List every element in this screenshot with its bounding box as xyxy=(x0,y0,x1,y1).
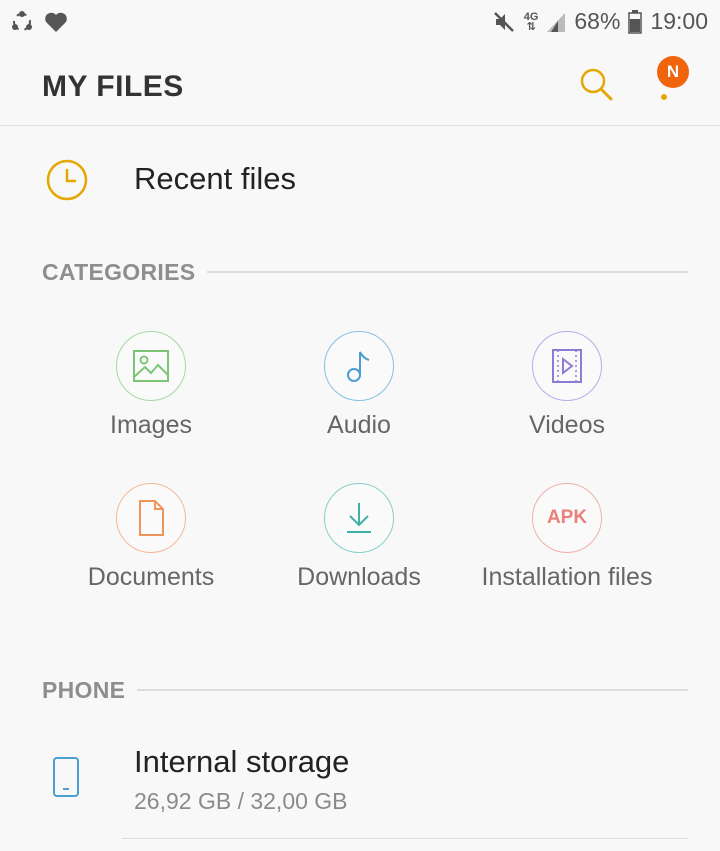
categories-header: CATEGORIES xyxy=(42,257,688,287)
category-downloads[interactable]: Downloads xyxy=(255,483,463,623)
category-label: Audio xyxy=(327,411,391,439)
download-icon xyxy=(347,503,371,533)
apk-icon: APK xyxy=(546,507,588,528)
videos-icon-circle xyxy=(532,331,602,401)
battery-icon xyxy=(628,9,643,34)
notification-badge: N xyxy=(657,56,689,88)
divider xyxy=(207,271,688,273)
status-right: 4G ⇅ 68% 19:00 xyxy=(492,8,708,35)
status-bar: 4G ⇅ 68% 19:00 xyxy=(0,0,720,44)
battery-percent: 68% xyxy=(574,8,621,34)
divider xyxy=(122,838,688,839)
audio-icon-circle xyxy=(324,331,394,401)
divider xyxy=(137,689,688,691)
more-dot xyxy=(661,94,667,100)
clock: 19:00 xyxy=(650,8,708,34)
video-icon xyxy=(552,349,582,383)
phone-header: PHONE xyxy=(42,675,688,705)
search-button[interactable] xyxy=(578,66,616,104)
recent-files-item[interactable]: Recent files xyxy=(0,126,720,230)
mute-icon xyxy=(493,11,514,32)
category-images[interactable]: Images xyxy=(47,331,255,471)
phone-title: PHONE xyxy=(42,676,126,703)
phone-icon xyxy=(53,757,79,797)
category-label: Downloads xyxy=(297,563,421,591)
downloads-icon-circle xyxy=(324,483,394,553)
category-label: Videos xyxy=(529,411,605,439)
category-installation-files[interactable]: APK Installation files xyxy=(463,483,671,623)
categories-title: CATEGORIES xyxy=(42,258,196,285)
recent-files-label: Recent files xyxy=(134,161,296,196)
storage-size: 26,92 GB / 32,00 GB xyxy=(134,788,348,814)
music-note-icon xyxy=(347,351,370,382)
network-type: 4G ⇅ xyxy=(523,10,539,33)
category-label: Documents xyxy=(87,563,215,591)
internal-storage-item[interactable]: Internal storage 26,92 GB / 32,00 GB xyxy=(0,730,720,840)
images-icon-circle xyxy=(116,331,186,401)
status-left xyxy=(10,10,68,34)
clock-icon xyxy=(46,159,88,201)
category-label: Installation files xyxy=(481,563,653,591)
image-icon xyxy=(133,350,169,382)
documents-icon-circle xyxy=(116,483,186,553)
category-label: Images xyxy=(110,411,192,439)
search-icon xyxy=(580,68,613,101)
installation-files-icon-circle: APK xyxy=(532,483,602,553)
category-videos[interactable]: Videos xyxy=(463,331,671,471)
page-title: MY FILES xyxy=(42,70,184,103)
storage-name: Internal storage xyxy=(134,744,350,779)
category-documents[interactable]: Documents xyxy=(47,483,255,623)
category-audio[interactable]: Audio xyxy=(255,331,463,471)
share-icon xyxy=(12,11,32,31)
heart-icon xyxy=(45,12,67,32)
signal-icon xyxy=(547,12,566,32)
document-icon xyxy=(139,500,164,536)
app-bar: MY FILES N xyxy=(0,44,720,126)
more-options-button[interactable]: N xyxy=(650,56,692,112)
